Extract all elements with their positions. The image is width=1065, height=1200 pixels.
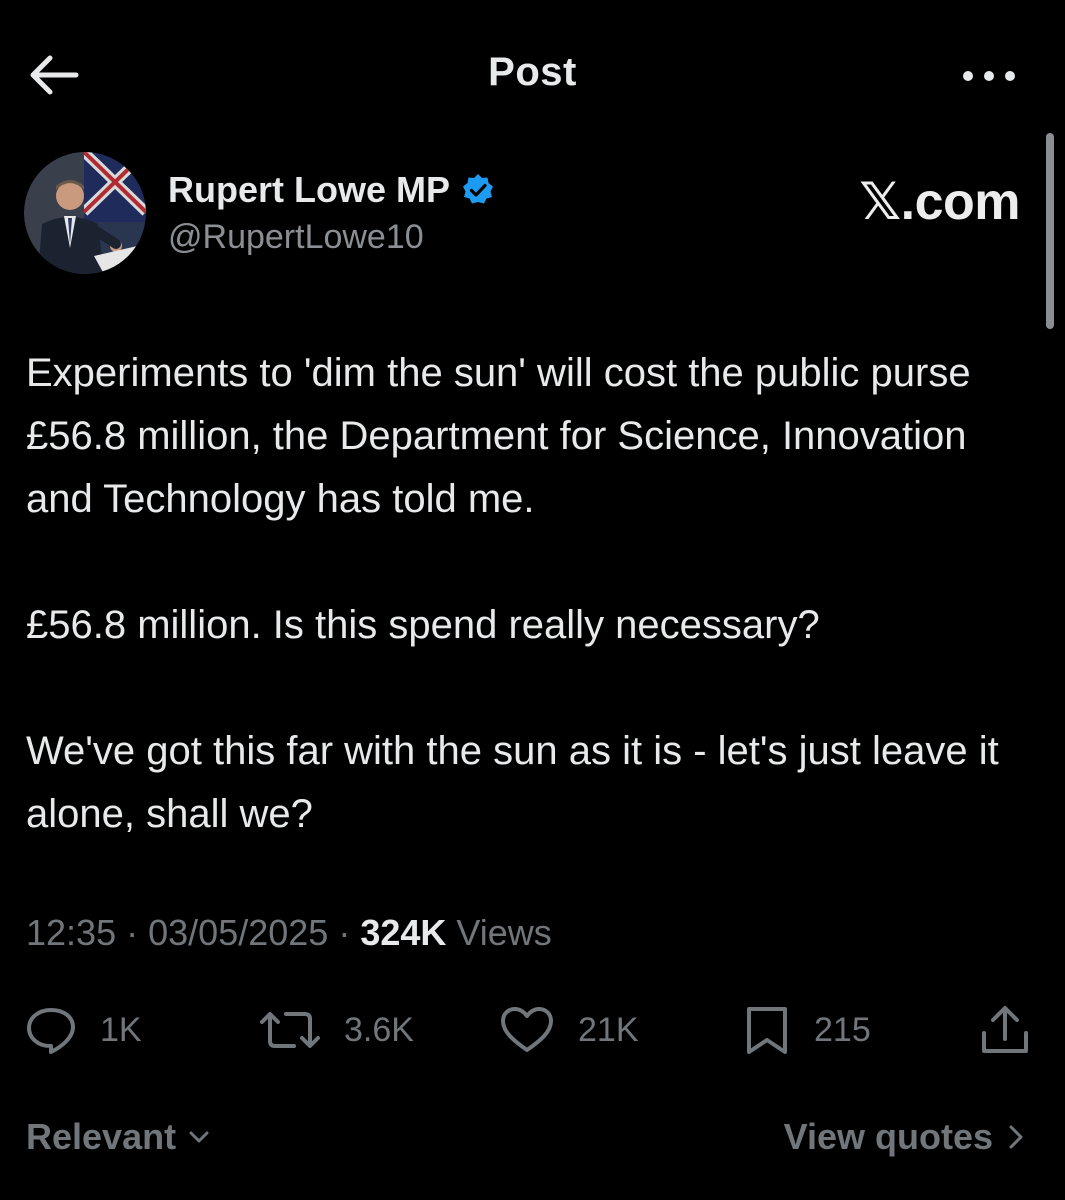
view-quotes-link[interactable]: View quotes	[784, 1116, 1029, 1158]
display-name: Rupert Lowe MP	[168, 169, 451, 210]
heart-icon	[498, 1005, 556, 1055]
verified-badge-icon	[463, 174, 494, 204]
reply-icon	[24, 1005, 78, 1055]
repost-button[interactable]: 3.6K	[258, 995, 414, 1065]
post-date[interactable]: 03/05/2025	[148, 912, 328, 953]
views-count[interactable]: 324K	[360, 912, 446, 953]
scrollbar-thumb[interactable]	[1046, 133, 1054, 329]
view-quotes-label: View quotes	[783, 1116, 993, 1157]
views-label[interactable]: Views	[456, 912, 551, 953]
reply-count: 1K	[100, 1010, 142, 1049]
avatar[interactable]	[24, 152, 146, 274]
sort-label: Relevant	[26, 1116, 177, 1157]
post-text: Experiments to 'dim the sun' will cost t…	[26, 342, 1036, 846]
share-icon	[978, 1003, 1032, 1057]
page-title: Post	[488, 50, 577, 94]
x-watermark: 𝕏.com	[859, 173, 1020, 231]
reply-button[interactable]: 1K	[24, 995, 142, 1065]
post-time[interactable]: 12:35	[26, 912, 116, 953]
chevron-right-icon	[1003, 1122, 1029, 1152]
chevron-down-icon	[186, 1124, 212, 1150]
post-meta: 12:35 · 03/05/2025 · 324K Views	[26, 912, 552, 954]
meta-separator: ·	[338, 912, 351, 953]
repost-icon	[258, 1005, 322, 1055]
like-button[interactable]: 21K	[498, 995, 639, 1065]
more-horizontal-icon	[963, 71, 1015, 81]
post-paragraph: Experiments to 'dim the sun' will cost t…	[26, 351, 971, 521]
author-handle[interactable]: @RupertLowe10	[168, 218, 424, 257]
top-bar: Post	[0, 0, 1065, 150]
share-button[interactable]	[978, 995, 1032, 1065]
bookmark-button[interactable]: 215	[742, 995, 871, 1065]
avatar-photo	[24, 152, 146, 274]
action-bar: 1K 3.6K 21K 215	[0, 995, 1065, 1065]
more-options-button[interactable]	[955, 58, 1023, 94]
like-count: 21K	[578, 1010, 639, 1049]
repost-count: 3.6K	[344, 1010, 414, 1049]
post-paragraph: £56.8 million. Is this spend really nece…	[26, 603, 820, 647]
meta-separator: ·	[126, 912, 139, 953]
bookmark-count: 215	[814, 1010, 871, 1049]
bookmark-icon	[742, 1004, 792, 1056]
author-name-link[interactable]: Rupert Lowe MP	[168, 168, 496, 212]
post-paragraph: We've got this far with the sun as it is…	[26, 729, 999, 836]
sort-replies-dropdown[interactable]: Relevant	[26, 1116, 212, 1158]
